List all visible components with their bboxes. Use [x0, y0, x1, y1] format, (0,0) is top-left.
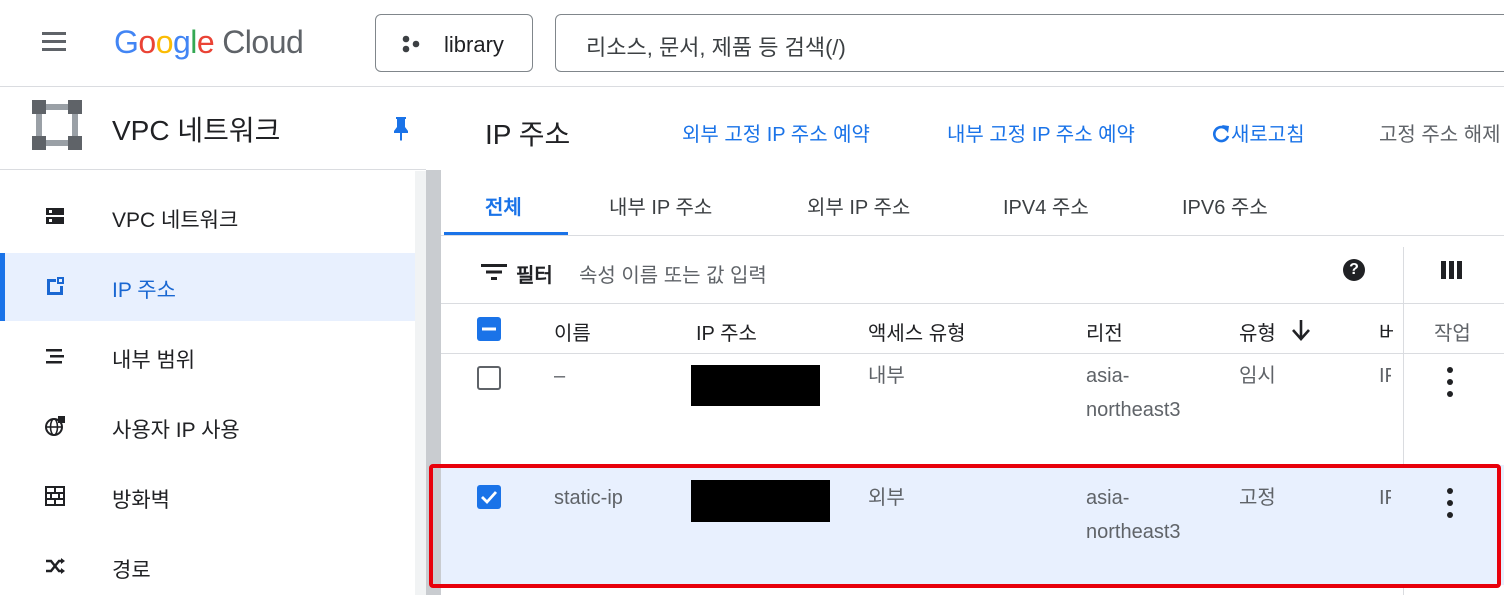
row-more-actions-icon[interactable]: [1447, 488, 1453, 518]
refresh-label: 새로고침: [1231, 124, 1305, 146]
sort-descending-icon[interactable]: [1290, 318, 1312, 342]
internal-range-icon: [46, 349, 64, 364]
pin-icon[interactable]: [392, 115, 410, 141]
google-cloud-logo[interactable]: Google Cloud: [114, 24, 304, 61]
row-checkbox-checked[interactable]: [477, 485, 501, 509]
column-header-ip[interactable]: IP 주소: [696, 317, 757, 346]
row-version: IF: [1379, 365, 1391, 387]
refresh-icon: [1213, 125, 1230, 143]
row-version-clip: IF: [1379, 481, 1391, 515]
sidebar-item-label: VPC 네트워크: [112, 209, 239, 232]
vpc-network-logo-icon: [32, 100, 82, 150]
project-dots-icon: [402, 35, 420, 53]
project-name: library: [444, 32, 504, 57]
sidebar-header: VPC 네트워크: [0, 87, 426, 170]
row-access-type: 내부: [868, 365, 905, 387]
sidebar-item-internal-ranges[interactable]: 내부 범위: [0, 323, 415, 391]
byoip-globe-icon: [45, 416, 65, 436]
refresh-button[interactable]: 새로고침: [1211, 118, 1305, 147]
sidebar: VPC 네트워크 VPC 네트워크 IP 주소 내부 범위 사용자 IP 사용 …: [0, 87, 426, 595]
sidebar-item-routes[interactable]: 경로: [0, 533, 415, 601]
row-version-clip: IF: [1379, 359, 1391, 393]
row-more-actions-icon[interactable]: [1447, 367, 1453, 397]
filter-input[interactable]: 속성 이름 또는 값 입력: [579, 259, 767, 288]
select-all-checkbox[interactable]: [477, 317, 501, 341]
tab-bar: 전체 내부 IP 주소 외부 IP 주소 IPV4 주소 IPV6 주소: [441, 171, 1504, 236]
row-region-line2: northeast3: [1086, 399, 1181, 421]
column-header-name[interactable]: 이름: [554, 317, 591, 346]
sidebar-item-label: 사용자 IP 사용: [112, 419, 240, 442]
sidebar-item-byoip[interactable]: 사용자 IP 사용: [0, 393, 415, 461]
sidebar-item-label: IP 주소: [112, 279, 176, 302]
redacted-ip: [691, 480, 830, 522]
sidebar-item-label: 경로: [112, 559, 151, 582]
tab-ipv4[interactable]: IPV4 주소: [1003, 191, 1089, 220]
row-checkbox[interactable]: [477, 366, 501, 390]
redacted-ip: [691, 365, 820, 406]
table-header: 이름 IP 주소 액세스 유형 리전 유형 버 작업: [441, 305, 1504, 354]
vpc-network-icon: [46, 208, 64, 224]
row-name[interactable]: static-ip: [554, 481, 623, 515]
check-icon: [481, 491, 498, 505]
filter-icon: [481, 264, 507, 280]
row-region-line2: northeast3: [1086, 521, 1181, 543]
table-row-selected[interactable]: static-ip 외부 asia- northeast3 고정 IF: [441, 465, 1504, 585]
indeterminate-icon: [482, 327, 496, 331]
filter-bar: 필터 속성 이름 또는 값 입력 ?: [441, 237, 1504, 304]
row-access-type: 외부: [868, 487, 905, 509]
project-picker-button[interactable]: library: [375, 14, 533, 72]
search-placeholder: 리소스, 문서, 제품 등 검색(/): [586, 35, 846, 60]
routes-icon: [46, 558, 65, 574]
row-name: –: [554, 365, 566, 387]
column-header-type[interactable]: 유형: [1239, 317, 1276, 346]
column-header-actions: 작업: [1434, 323, 1471, 345]
reserve-internal-ip-button[interactable]: 내부 고정 IP 주소 예약: [947, 118, 1135, 147]
top-bar: Google Cloud library 리소스, 문서, 제품 등 검색(/): [0, 0, 1504, 87]
row-type: 임시: [1239, 365, 1276, 387]
tab-all[interactable]: 전체: [485, 191, 522, 220]
release-address-button[interactable]: 고정 주소 해제: [1379, 124, 1501, 146]
firewall-icon: [45, 486, 65, 506]
sidebar-item-vpc-network[interactable]: VPC 네트워크: [0, 183, 415, 251]
column-display-options-icon[interactable]: [1441, 261, 1463, 279]
sidebar-scroll-gutter: [415, 171, 426, 595]
sidebar-item-label: 방화벽: [112, 489, 170, 512]
sidebar-item-label: 내부 범위: [112, 349, 196, 372]
page-title: IP 주소: [485, 119, 571, 150]
sidebar-item-firewall[interactable]: 방화벽: [0, 463, 415, 531]
reserve-external-ip-button[interactable]: 외부 고정 IP 주소 예약: [682, 118, 870, 147]
row-region-line1: asia-: [1086, 487, 1130, 509]
main-content: IP 주소 외부 고정 IP 주소 예약 내부 고정 IP 주소 예약 새로고침…: [429, 87, 1504, 595]
column-header-access-type[interactable]: 액세스 유형: [868, 317, 966, 346]
sidebar-title: VPC 네트워크: [112, 115, 281, 146]
search-input[interactable]: 리소스, 문서, 제품 등 검색(/): [555, 14, 1504, 72]
column-header-version-clip: 버: [1379, 317, 1393, 343]
column-header-region[interactable]: 리전: [1086, 317, 1123, 346]
main-menu-icon[interactable]: [42, 32, 66, 52]
row-version: IF: [1379, 487, 1391, 509]
ip-address-icon: [47, 277, 64, 295]
active-tab-indicator: [444, 232, 568, 235]
column-header-version[interactable]: 버: [1379, 323, 1393, 343]
tab-ipv6[interactable]: IPV6 주소: [1182, 191, 1268, 220]
help-icon[interactable]: ?: [1343, 259, 1365, 281]
release-address-clip: 고정 주소 해제: [1379, 118, 1504, 146]
tab-external-ip[interactable]: 외부 IP 주소: [807, 191, 910, 220]
sidebar-item-ip-address[interactable]: IP 주소: [0, 253, 415, 321]
filter-label: 필터: [516, 265, 553, 287]
table-row[interactable]: – 내부 asia- northeast3 임시 IF: [441, 354, 1504, 461]
row-region-line1: asia-: [1086, 365, 1130, 387]
tab-internal-ip[interactable]: 내부 IP 주소: [609, 191, 712, 220]
sidebar-scrollbar[interactable]: [426, 170, 441, 595]
row-type: 고정: [1239, 487, 1276, 509]
